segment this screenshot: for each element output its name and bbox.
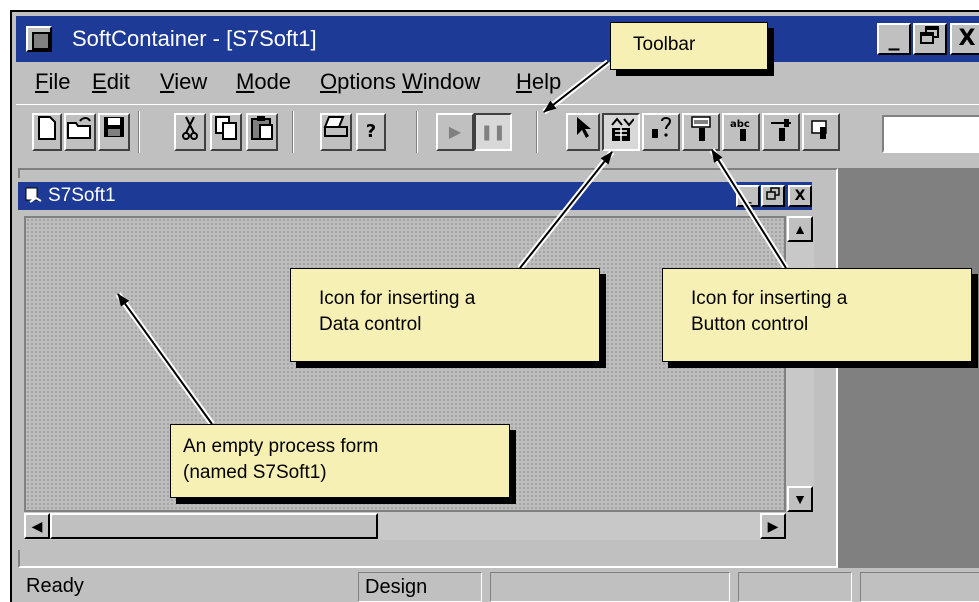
callout-text: Icon for inserting a	[691, 288, 848, 309]
button-control-icon[interactable]	[682, 113, 720, 151]
callout-toolbar: Toolbar	[610, 22, 768, 70]
callout-process-form: An empty process form (named S7Soft1)	[170, 424, 510, 498]
print-icon[interactable]	[320, 113, 352, 151]
toolbar-separator	[292, 111, 294, 153]
horizontal-scrollbar[interactable]: ◀ ▶	[24, 512, 786, 540]
mdi-background	[838, 168, 979, 568]
cut-icon[interactable]	[174, 113, 206, 151]
callout-text: An empty process form	[183, 436, 379, 457]
menu-help[interactable]: Help	[516, 69, 561, 95]
toolbar-separator	[416, 111, 418, 153]
child-title-bar[interactable]: S7Soft1 _ X	[18, 182, 812, 210]
scroll-down-icon[interactable]: ▼	[787, 486, 813, 512]
scroll-thumb[interactable]	[50, 513, 378, 539]
toolbar-combo-field[interactable]	[882, 115, 979, 153]
status-mode: Design	[358, 572, 482, 602]
svg-text:abc: abc	[730, 119, 750, 130]
data-control-icon[interactable]	[602, 113, 640, 151]
scroll-right-icon[interactable]: ▶	[760, 513, 786, 539]
paste-icon[interactable]	[246, 113, 278, 151]
scroll-up-icon[interactable]: ▲	[787, 216, 813, 242]
title-bar[interactable]: SoftContainer - [S7Soft1] _ X	[16, 16, 979, 62]
status-panel	[490, 572, 730, 602]
form-icon	[24, 186, 42, 209]
save-disk-icon[interactable]	[98, 113, 130, 151]
status-panel	[738, 572, 852, 602]
child-restore-button[interactable]	[761, 185, 785, 207]
callout-text: Data control	[319, 314, 422, 335]
restore-button[interactable]	[913, 23, 947, 55]
pause-icon[interactable]: ❚❚	[474, 113, 512, 151]
menu-edit[interactable]: Edit	[92, 69, 130, 95]
restore-icon	[920, 26, 939, 44]
pointer-icon[interactable]	[566, 113, 600, 151]
minimize-button[interactable]: _	[877, 23, 911, 55]
callout-text: Button control	[691, 314, 809, 335]
callout-text: Icon for inserting a	[319, 288, 476, 309]
help-icon[interactable]: ?	[356, 113, 386, 151]
callout-text: (named S7Soft1)	[183, 462, 327, 483]
copy-icon[interactable]	[210, 113, 242, 151]
status-bar: Ready Design	[16, 572, 979, 602]
callout-button-control: Icon for inserting a Button control	[662, 268, 972, 362]
status-text: Ready	[26, 575, 84, 597]
menu-options[interactable]: Options	[320, 69, 396, 95]
window-title: SoftContainer - [S7Soft1]	[72, 26, 317, 51]
menu-window[interactable]: Window	[402, 69, 480, 95]
scroll-left-icon[interactable]: ◀	[24, 513, 50, 539]
vertical-scrollbar[interactable]: ▲ ▼	[786, 216, 814, 512]
toolbar-separator	[138, 111, 140, 153]
close-button[interactable]: X	[950, 23, 979, 55]
toggle-control-icon[interactable]	[642, 113, 680, 151]
open-folder-icon[interactable]	[64, 113, 96, 151]
callout-toolbar-text: Toolbar	[633, 34, 696, 55]
menu-bar: File Edit View Mode Options Window Help	[16, 64, 979, 100]
menu-view[interactable]: View	[160, 69, 207, 95]
menu-mode[interactable]: Mode	[236, 69, 291, 95]
toolbar-separator	[536, 111, 538, 153]
menu-file[interactable]: File	[35, 69, 70, 95]
new-file-icon[interactable]	[32, 113, 62, 151]
child-close-button[interactable]: X	[788, 185, 812, 207]
child-minimize-button[interactable]: _	[736, 185, 760, 207]
app-system-icon[interactable]	[26, 26, 52, 52]
callout-data-control: Icon for inserting a Data control	[290, 268, 600, 362]
misc-control-icon[interactable]	[802, 113, 840, 151]
restore-icon	[766, 187, 780, 200]
status-panel	[860, 572, 979, 602]
toolbar: ? ▶ ❚❚ abc	[16, 104, 979, 162]
run-icon[interactable]: ▶	[436, 113, 474, 151]
text-control-icon[interactable]: abc	[722, 113, 760, 151]
child-window-title: S7Soft1	[48, 185, 116, 206]
slider-control-icon[interactable]	[762, 113, 800, 151]
